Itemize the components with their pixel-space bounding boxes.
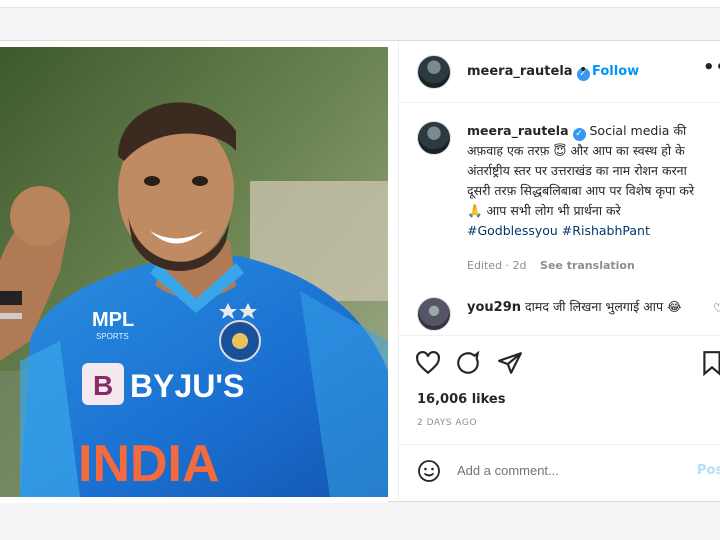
caption-meta: Edited · 2d See translation [467, 259, 635, 272]
country-text: INDIA [78, 435, 220, 493]
sponsor-text: BYJU'S [130, 368, 244, 404]
actions-section: 16,006 likes 2 DAYS AGO Post [399, 335, 720, 505]
jersey-brand-text: MPL [92, 309, 134, 331]
comment-text: you29n दामद जी लिखना भुलगाई आप 😂 [467, 297, 707, 318]
more-options-icon[interactable]: ••• [703, 57, 720, 78]
comment-row: you29n दामद जी लिखना भुलगाई आप 😂 ♡ [399, 289, 720, 333]
jersey-brand-sub-text: SPORTS [96, 332, 129, 341]
caption-block: meera_rautela ✓ Social media की अफ़वाह एक… [399, 103, 720, 283]
comment-body: दामद जी लिखना भुलगाई आप 😂 [525, 299, 682, 314]
post-header: meera_rautela✓ • Follow ••• [399, 41, 720, 103]
post-side-panel: meera_rautela✓ • Follow ••• meera_rautel… [398, 41, 720, 503]
heart-icon[interactable] [415, 350, 441, 376]
sponsor-logo-text: B [93, 370, 113, 401]
commenter-username[interactable]: you29n [467, 300, 521, 315]
post-comment-button[interactable]: Post [697, 463, 720, 478]
caption-author-username-text[interactable]: meera_rautela [467, 123, 569, 138]
author-avatar[interactable] [417, 55, 451, 89]
post-photo-illustration: MPL SPORTS B BYJU'S INDIA [0, 47, 388, 497]
follow-button[interactable]: Follow [592, 64, 639, 79]
caption-author-username[interactable]: meera_rautela ✓ [467, 123, 586, 141]
post-photo[interactable]: MPL SPORTS B BYJU'S INDIA [0, 41, 388, 503]
caption-text: meera_rautela ✓ Social media की अफ़वाह एक… [467, 121, 713, 241]
see-translation-button[interactable]: See translation [540, 259, 635, 272]
comment-like-icon[interactable]: ♡ [713, 301, 720, 315]
comment-icon[interactable] [455, 350, 481, 376]
post-card: MPL SPORTS B BYJU'S INDIA meera_rautela ✓… [0, 40, 720, 503]
top-strip-left [0, 0, 388, 8]
hashtags-link[interactable]: #Godblessyou #RishabhPant [467, 223, 650, 238]
posted-time[interactable]: 2 DAYS AGO [417, 418, 477, 428]
emoji-icon[interactable] [417, 459, 441, 483]
add-comment-bar: Post [399, 444, 720, 496]
share-icon[interactable] [497, 350, 523, 376]
separator-dot: • [579, 62, 588, 78]
commenter-avatar[interactable] [417, 297, 451, 331]
edited-label: Edited · 2d [467, 259, 527, 272]
author-username[interactable]: meera_rautela ✓ [467, 64, 590, 81]
bookmark-icon[interactable] [699, 350, 720, 376]
likes-count[interactable]: 16,006 likes [417, 392, 505, 407]
caption-author-avatar[interactable] [417, 121, 451, 155]
verified-badge-icon: ✓ [572, 128, 586, 141]
author-username-text[interactable]: meera_rautela [467, 64, 573, 79]
top-strip-right [388, 0, 720, 8]
add-comment-input[interactable] [457, 463, 677, 478]
